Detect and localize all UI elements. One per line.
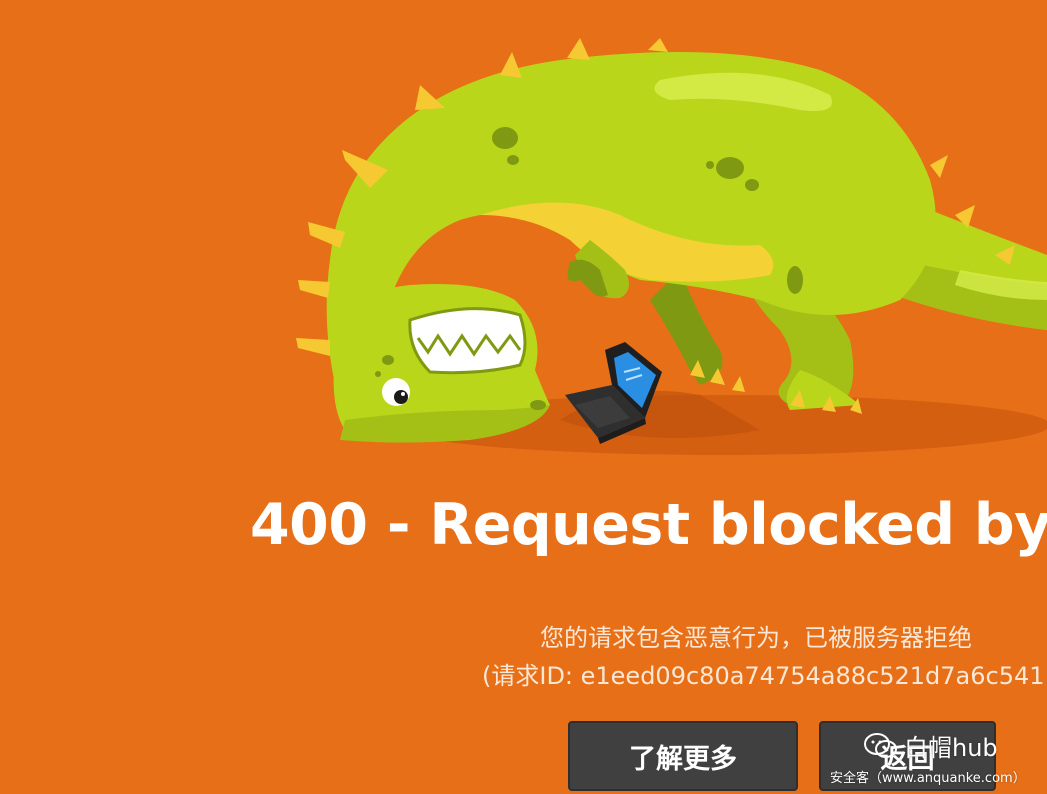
error-page: 400 - Request blocked by O 您的请求包含恶意行为，已被… [0,0,1047,794]
watermark: 白帽hub [864,728,998,763]
dinosaur-illustration [296,38,1047,455]
learn-more-button[interactable]: 了解更多 [568,721,798,791]
error-message: 您的请求包含恶意行为，已被服务器拒绝 [540,624,972,652]
request-id: (请求ID: e1eed09c80a74754a88c521d7a6c541 [482,662,1045,690]
wechat-icon [864,732,897,758]
watermark-name: 白帽hub [904,734,998,762]
error-title: 400 - Request blocked by O [250,492,1047,558]
watermark-site: 安全客（www.anquanke.com） [830,771,1026,786]
